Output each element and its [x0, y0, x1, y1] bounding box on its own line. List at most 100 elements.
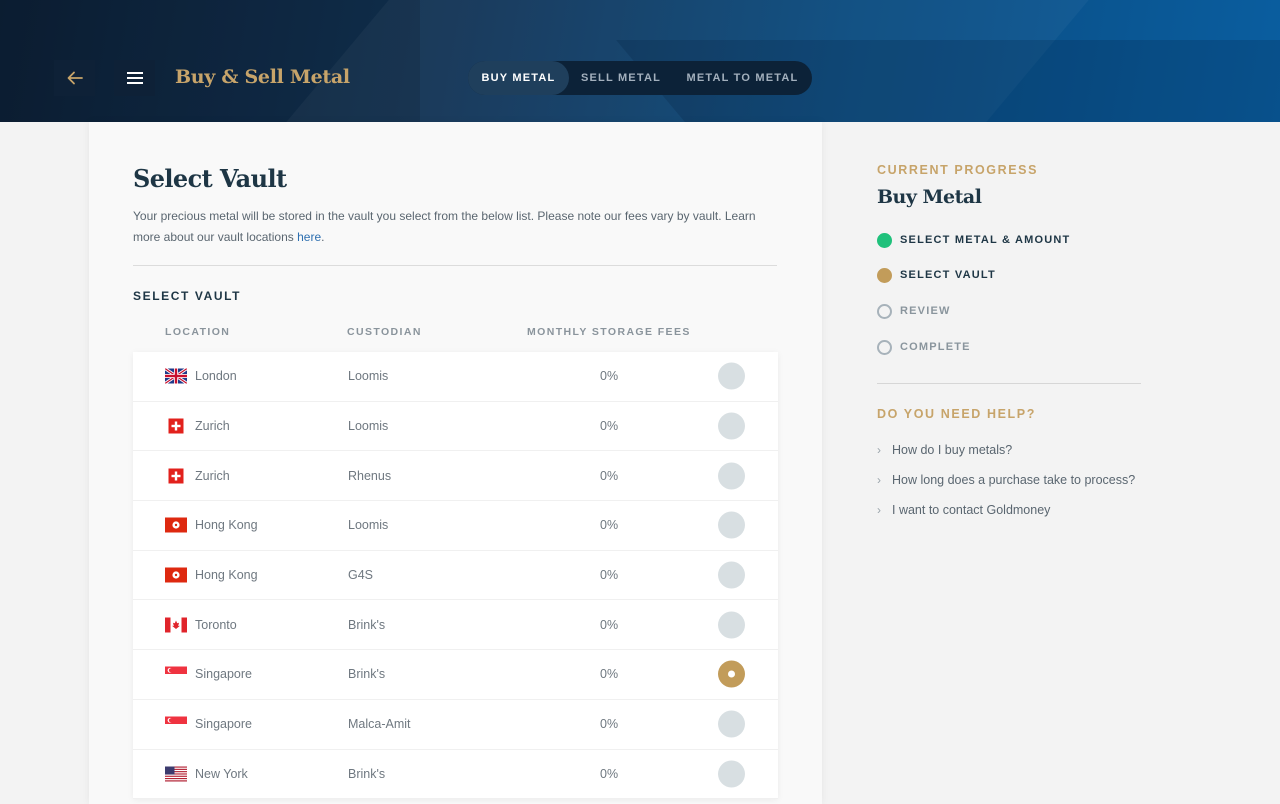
chevron-right-icon: › [877, 503, 881, 517]
vault-row[interactable]: Singapore Brink's 0% [133, 650, 778, 700]
custodian-label: G4S [348, 568, 374, 583]
step-select-vault: SELECT VAULT [877, 267, 996, 283]
column-header-fees: MONTHLY STORAGE FEES [527, 326, 691, 338]
help-link-label: How do I buy metals? [892, 443, 1013, 457]
location-label: Singapore [195, 667, 252, 682]
vault-table: London Loomis 0% Zurich Loomis 0% Zurich… [133, 352, 778, 800]
location-label: London [195, 369, 237, 384]
step-select-metal: SELECT METAL & AMOUNT [877, 232, 1070, 248]
hong-kong-flag-icon [165, 517, 187, 533]
fee-label: 0% [600, 667, 619, 682]
vault-radio[interactable] [718, 462, 745, 490]
location-label: Toronto [195, 617, 237, 632]
switzerland-flag-icon [168, 418, 184, 434]
singapore-flag-icon [165, 716, 187, 732]
vault-radio[interactable] [718, 561, 745, 589]
custodian-label: Brink's [348, 667, 386, 682]
step-label: REVIEW [900, 305, 951, 317]
vault-row[interactable]: London Loomis 0% [133, 352, 778, 402]
step-complete: COMPLETE [877, 339, 971, 355]
fee-label: 0% [600, 717, 619, 732]
location-label: Hong Kong [195, 518, 258, 533]
tab-buy-metal[interactable]: BUY METAL [468, 61, 569, 95]
vault-radio[interactable] [718, 362, 745, 390]
vault-radio[interactable] [718, 710, 745, 738]
intro-body: Your precious metal will be stored in th… [133, 209, 756, 244]
vault-radio[interactable] [718, 611, 745, 639]
progress-label: CURRENT PROGRESS [877, 163, 1039, 177]
tab-metal-to-metal[interactable]: METAL TO METAL [673, 61, 812, 95]
usa-flag-icon [165, 766, 187, 782]
custodian-label: Loomis [348, 369, 389, 384]
hong-kong-flag-icon [165, 567, 187, 583]
fee-label: 0% [600, 568, 619, 583]
custodian-label: Brink's [348, 766, 386, 781]
progress-title: Buy Metal [877, 186, 982, 208]
step-label: SELECT METAL & AMOUNT [900, 234, 1071, 246]
chevron-right-icon: › [877, 443, 881, 457]
location-label: Zurich [195, 419, 230, 434]
intro-end: . [321, 230, 325, 244]
vault-locations-link[interactable]: here [297, 230, 321, 244]
vault-row[interactable]: Zurich Rhenus 0% [133, 451, 778, 502]
uk-flag-icon [165, 368, 187, 384]
fee-label: 0% [600, 419, 619, 434]
custodian-label: Brink's [348, 617, 386, 632]
vault-row[interactable]: Toronto Brink's 0% [133, 600, 778, 651]
column-header-location: LOCATION [165, 326, 231, 338]
column-header-custodian: CUSTODIAN [347, 326, 422, 338]
tab-sell-metal[interactable]: SELL METAL [569, 61, 673, 95]
divider [133, 265, 777, 266]
page-title: Select Vault [133, 164, 287, 193]
vault-radio[interactable] [718, 511, 745, 539]
main-card: Select Vault Your precious metal will be… [89, 122, 822, 804]
intro-text: Your precious metal will be stored in th… [133, 206, 773, 248]
custodian-label: Loomis [348, 419, 389, 434]
vault-radio-selected[interactable] [718, 660, 745, 688]
fee-label: 0% [600, 518, 619, 533]
help-link-label: How long does a purchase take to process… [892, 473, 1136, 487]
custodian-label: Malca-Amit [348, 717, 411, 732]
custodian-label: Loomis [348, 518, 389, 533]
vault-row[interactable]: Hong Kong Loomis 0% [133, 501, 778, 551]
chevron-right-icon: › [877, 473, 881, 487]
canada-flag-icon [165, 617, 187, 633]
fee-label: 0% [600, 369, 619, 384]
help-label: DO YOU NEED HELP? [877, 407, 1036, 421]
fee-label: 0% [600, 468, 619, 483]
step-pending-icon [877, 303, 892, 319]
help-link-purchase-time[interactable]: › How long does a purchase take to proce… [877, 473, 1135, 487]
step-current-icon [877, 267, 892, 283]
mode-tabs: BUY METAL SELL METAL METAL TO METAL [468, 61, 812, 95]
vault-row[interactable]: Singapore Malca-Amit 0% [133, 700, 778, 750]
vault-row[interactable]: New York Brink's 0% [133, 750, 778, 800]
switzerland-flag-icon [168, 468, 184, 484]
singapore-flag-icon [165, 666, 187, 682]
step-pending-icon [877, 339, 892, 355]
back-button[interactable] [54, 60, 95, 96]
vault-radio[interactable] [718, 412, 745, 440]
custodian-label: Rhenus [348, 468, 392, 483]
help-link-contact[interactable]: › I want to contact Goldmoney [877, 503, 1050, 517]
vault-row[interactable]: Zurich Loomis 0% [133, 402, 778, 452]
section-label: SELECT VAULT [133, 289, 242, 303]
step-done-icon [877, 232, 892, 248]
vault-row[interactable]: Hong Kong G4S 0% [133, 551, 778, 601]
sidebar-divider [877, 383, 1141, 384]
step-review: REVIEW [877, 303, 951, 319]
app-title: Buy & Sell Metal [175, 66, 350, 88]
step-label: COMPLETE [900, 341, 971, 353]
help-link-buy-metals[interactable]: › How do I buy metals? [877, 443, 1012, 457]
fee-label: 0% [600, 617, 619, 632]
location-label: Zurich [195, 468, 230, 483]
location-label: Singapore [195, 717, 252, 732]
step-label: SELECT VAULT [900, 269, 996, 281]
fee-label: 0% [600, 766, 619, 781]
location-label: New York [195, 766, 248, 781]
arrow-left-icon [67, 71, 83, 85]
menu-button[interactable] [114, 60, 155, 96]
vault-radio[interactable] [718, 760, 745, 788]
help-link-label: I want to contact Goldmoney [892, 503, 1051, 517]
header-banner: Buy & Sell Metal BUY METAL SELL METAL ME… [0, 0, 1280, 122]
hamburger-menu-icon [126, 72, 143, 84]
